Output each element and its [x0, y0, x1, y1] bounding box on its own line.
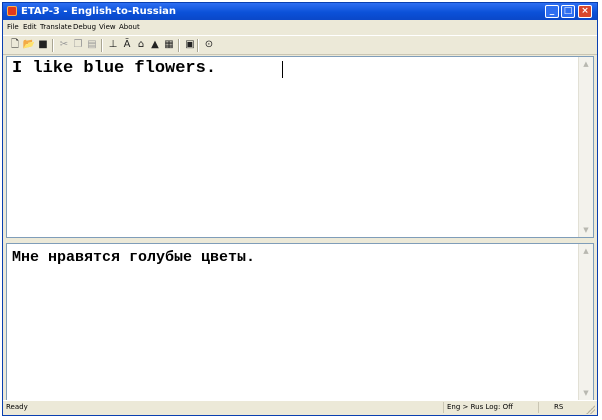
menu-about[interactable]: About: [119, 20, 140, 34]
app-icon: [7, 6, 17, 16]
status-bar: Ready Eng > Rus Log: Off RS: [3, 400, 597, 415]
source-scrollbar[interactable]: ▲ ▼: [578, 57, 593, 237]
status-mode: Eng > Rus Log: Off: [447, 403, 513, 411]
text-caret: [282, 61, 283, 78]
title-bar[interactable]: ETAP-3 - English-to-Russian _ □ ×: [3, 3, 597, 20]
toolbar-separator: [52, 39, 54, 52]
toolbar-separator: [197, 39, 199, 52]
status-text: Ready: [6, 403, 28, 411]
toolbar-separator: [178, 39, 180, 52]
menu-view[interactable]: View: [99, 20, 116, 34]
translate-icon[interactable]: ⊥: [106, 38, 120, 52]
toolbar: 🗋 📂 ■ ✂ ❐ ▤ ⊥ Ā ⌂ ▲ ▦ ▣ ⊙: [3, 35, 597, 55]
status-divider: [443, 402, 444, 413]
scroll-down-icon[interactable]: ▼: [580, 387, 592, 399]
scroll-up-icon[interactable]: ▲: [580, 245, 592, 257]
help-icon[interactable]: ⊙: [202, 38, 216, 52]
scroll-down-icon[interactable]: ▼: [580, 224, 592, 236]
cut-icon[interactable]: ✂: [57, 38, 71, 52]
open-folder-icon[interactable]: 📂: [22, 38, 36, 52]
close-button[interactable]: ×: [578, 5, 592, 18]
copy-icon[interactable]: ❐: [71, 38, 85, 52]
source-text-pane[interactable]: I like blue flowers. ▲ ▼: [6, 56, 594, 238]
status-extra: RS: [554, 403, 564, 411]
window-title: ETAP-3 - English-to-Russian: [21, 6, 176, 17]
scroll-up-icon[interactable]: ▲: [580, 58, 592, 70]
save-icon[interactable]: ■: [36, 38, 50, 52]
toolbar-separator: [101, 39, 103, 52]
translation-text[interactable]: Мне нравятся голубые цветы.: [12, 247, 255, 269]
menu-file[interactable]: File: [7, 20, 19, 34]
minimize-button[interactable]: _: [545, 5, 559, 18]
new-document-icon[interactable]: 🗋: [8, 38, 22, 52]
syntax-icon[interactable]: ▲: [148, 38, 162, 52]
menu-translate[interactable]: Translate: [40, 20, 72, 34]
menu-bar: File Edit Translate Debug View About: [3, 20, 597, 34]
options-icon[interactable]: ▣: [183, 38, 197, 52]
status-divider: [538, 402, 539, 413]
resize-grip[interactable]: [586, 405, 595, 414]
translation-scrollbar[interactable]: ▲ ▼: [578, 244, 593, 400]
menu-edit[interactable]: Edit: [23, 20, 37, 34]
translate-all-icon[interactable]: Ā: [120, 38, 134, 52]
app-window: ETAP-3 - English-to-Russian _ □ × File E…: [2, 2, 598, 416]
maximize-button[interactable]: □: [561, 5, 575, 18]
source-text[interactable]: I like blue flowers.: [12, 58, 216, 80]
paste-icon[interactable]: ▤: [85, 38, 99, 52]
tree-view-icon[interactable]: ⌂: [134, 38, 148, 52]
dictionary-icon[interactable]: ▦: [162, 38, 176, 52]
translation-pane[interactable]: Мне нравятся голубые цветы. ▲ ▼: [6, 243, 594, 401]
menu-debug[interactable]: Debug: [73, 20, 96, 34]
